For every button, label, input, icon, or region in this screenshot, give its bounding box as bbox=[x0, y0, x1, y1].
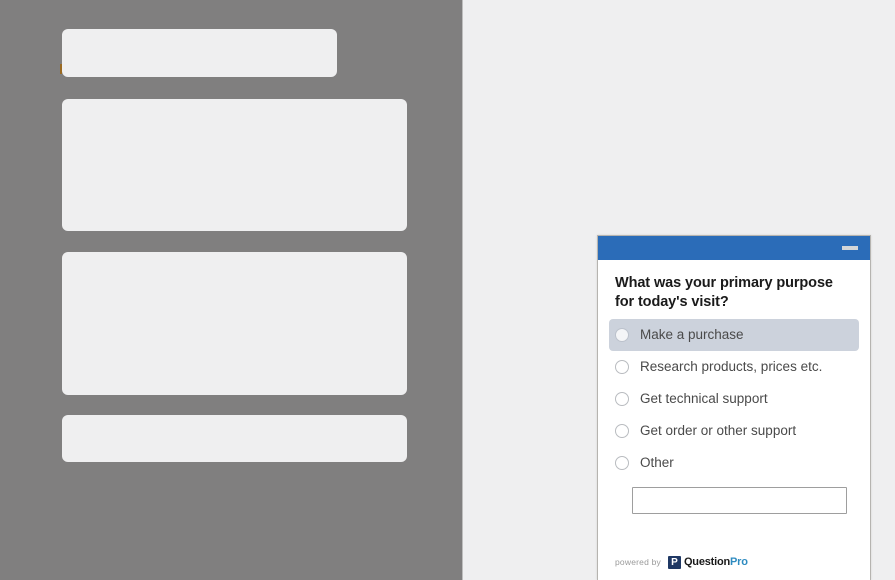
survey-titlebar bbox=[598, 236, 870, 260]
survey-popup: What was your primary purpose for today'… bbox=[597, 235, 871, 580]
radio-icon[interactable] bbox=[615, 359, 629, 374]
skeleton-block-footer bbox=[62, 415, 407, 462]
skeleton-block-header bbox=[62, 29, 337, 77]
skeleton-block-hero bbox=[62, 99, 407, 231]
radio-icon[interactable] bbox=[615, 391, 629, 406]
option-row-research-products[interactable]: Research products, prices etc. bbox=[609, 351, 859, 383]
skeleton-block-body bbox=[62, 252, 407, 395]
brand-name-accent: Pro bbox=[730, 556, 748, 568]
radio-icon[interactable] bbox=[615, 327, 629, 342]
option-row-get-order-or-other-support[interactable]: Get order or other support bbox=[609, 415, 859, 447]
option-row-other[interactable]: Other bbox=[609, 447, 859, 479]
minimize-icon[interactable] bbox=[842, 246, 858, 250]
option-row-get-technical-support[interactable]: Get technical support bbox=[609, 383, 859, 415]
questionpro-logo: P Question Pro bbox=[667, 555, 748, 569]
radio-icon[interactable] bbox=[615, 423, 629, 438]
option-label: Get technical support bbox=[640, 390, 768, 406]
option-row-make-a-purchase[interactable]: Make a purchase bbox=[609, 318, 859, 351]
other-text-input[interactable] bbox=[632, 486, 847, 514]
brand-name-primary: Question bbox=[683, 556, 731, 568]
survey-footer: powered by P Question Pro bbox=[598, 550, 870, 580]
option-label: Get order or other support bbox=[640, 422, 797, 438]
survey-body: What was your primary purpose for today'… bbox=[598, 260, 870, 550]
skeleton-placeholder-stack bbox=[0, 0, 462, 580]
option-label: Other bbox=[640, 454, 674, 470]
question-title: What was your primary purpose for today'… bbox=[615, 275, 833, 311]
radio-icon[interactable] bbox=[615, 455, 629, 470]
questionpro-mark-icon: P bbox=[667, 555, 681, 569]
option-label: Make a purchase bbox=[640, 326, 744, 342]
option-label: Research products, prices etc. bbox=[640, 358, 823, 374]
text-cursor-artifact bbox=[60, 64, 62, 74]
powered-by-label: powered by bbox=[615, 557, 661, 567]
page-backdrop-overlay bbox=[0, 0, 462, 580]
